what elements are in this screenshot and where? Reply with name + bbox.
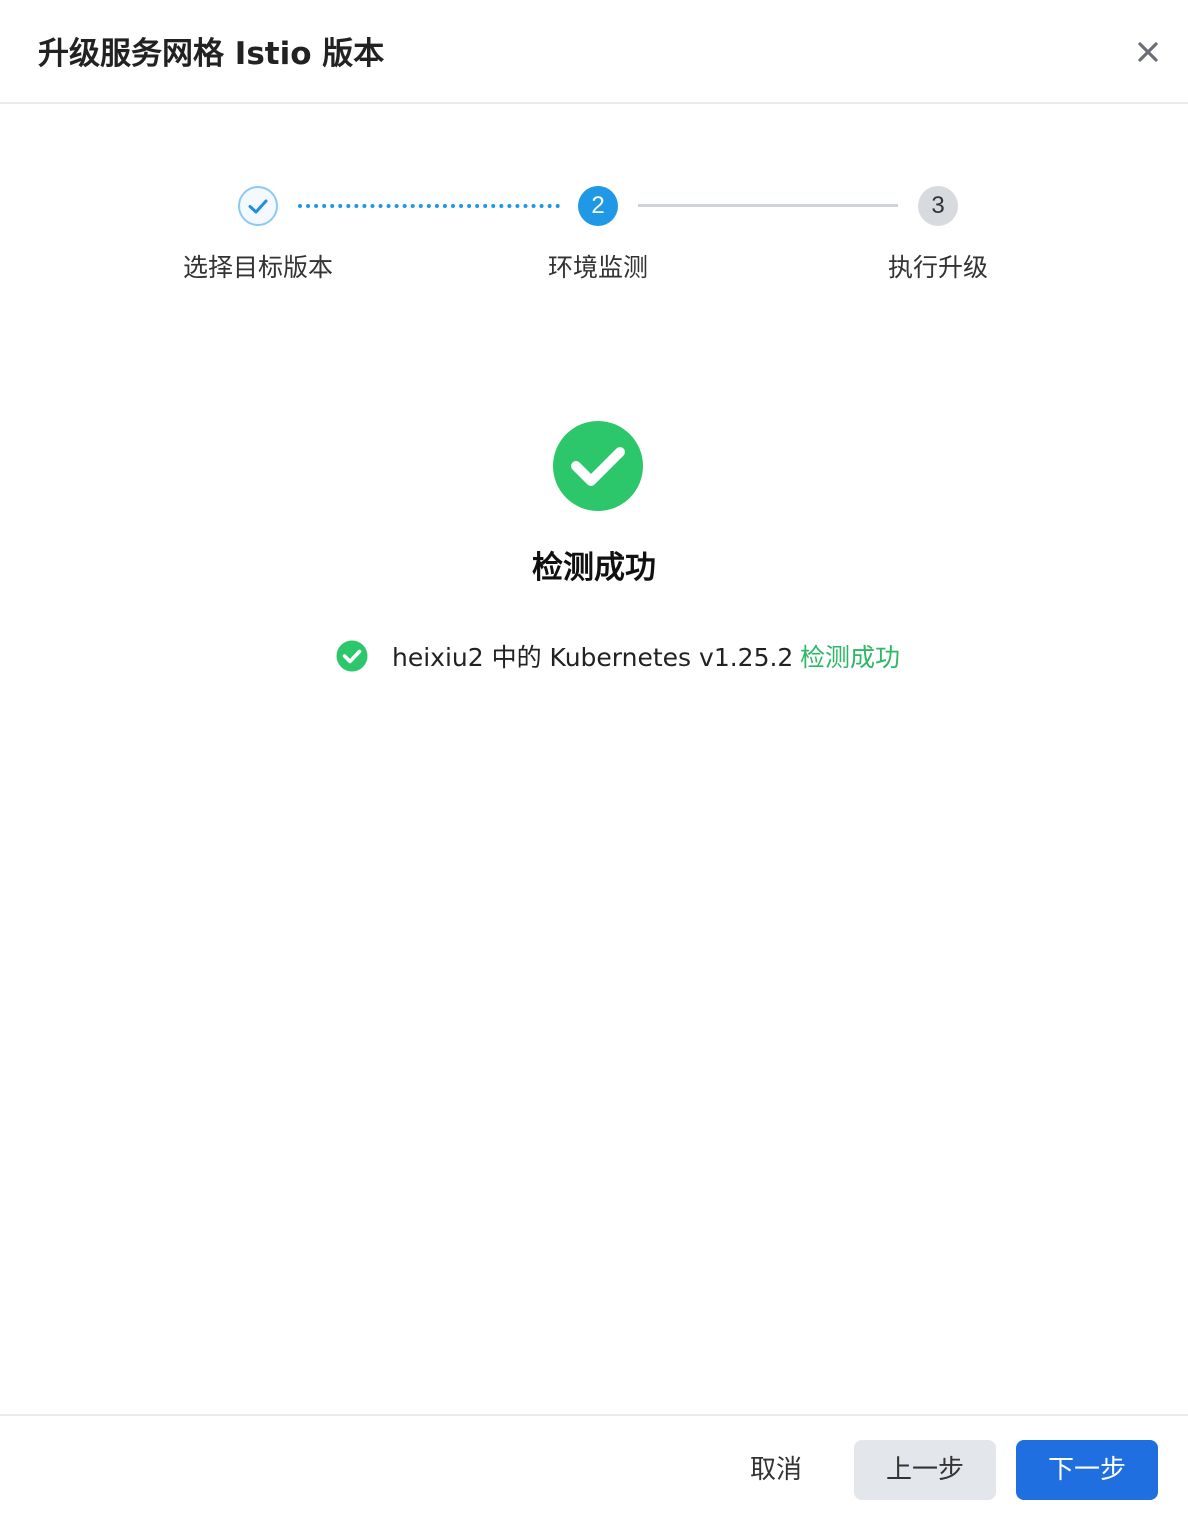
step-2-indicator: 2 — [578, 186, 618, 226]
step-1-indicator — [238, 186, 278, 226]
stepper: 2 3 选择目标版本 环境监测 执行升级 — [0, 0, 1188, 300]
step-2-label: 环境监测 — [547, 253, 648, 282]
dialog-footer — [0, 1414, 1188, 1520]
check-item-status: 检测成功 — [800, 643, 901, 672]
step-3-indicator: 3 — [918, 186, 958, 226]
result-title: 检测成功 — [532, 550, 656, 586]
previous-step-button[interactable]: 上一步 — [854, 1440, 996, 1500]
check-item-text: heixiu2 中的 Kubernetes v1.25.2 — [392, 643, 794, 672]
step-1-label: 选择目标版本 — [182, 253, 333, 282]
cancel-button[interactable]: 取消 — [716, 1440, 836, 1500]
success-check-circle-icon — [552, 420, 644, 512]
step-connector-1 — [298, 204, 560, 208]
check-circle-icon — [336, 640, 368, 672]
next-step-button[interactable]: 下一步 — [1016, 1440, 1158, 1500]
check-icon — [248, 199, 268, 214]
step-3-label: 执行升级 — [887, 253, 988, 282]
step-connector-2 — [638, 204, 898, 207]
